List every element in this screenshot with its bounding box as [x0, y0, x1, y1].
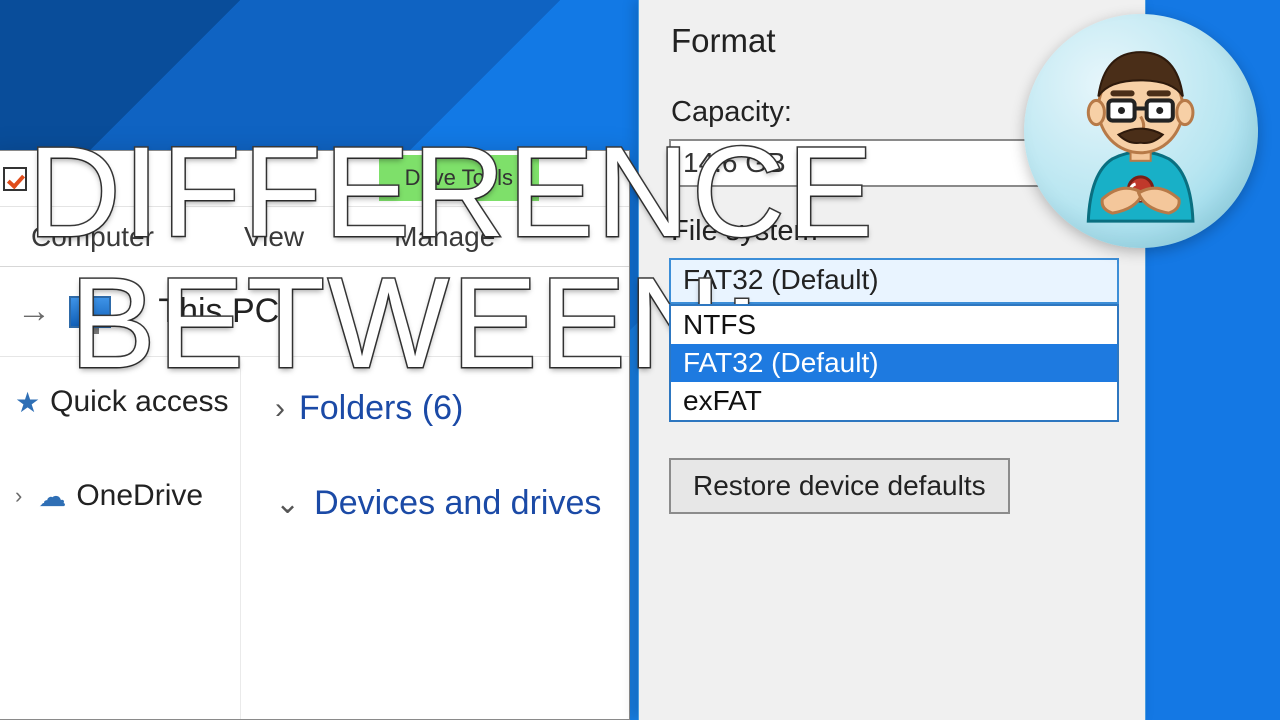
filesystem-selected: FAT32 (Default) [683, 264, 879, 295]
explorer-nav-pane: ★ Quick access › ☁ OneDrive [0, 357, 241, 719]
group-folders[interactable]: › Folders (6) [275, 389, 619, 428]
filesystem-combo-wrap: FAT32 (Default) NTFS FAT32 (Default) exF… [669, 258, 1119, 304]
file-explorer-window: Drive Tools Computer View Manage → › Thi… [0, 150, 630, 720]
avatar-illustration [1040, 30, 1241, 231]
explorer-ribbon: Computer View Manage [0, 207, 629, 267]
group-devices-label: Devices and drives [314, 484, 601, 523]
breadcrumb-path[interactable]: This PC [158, 292, 279, 331]
nav-onedrive[interactable]: › ☁ OneDrive [15, 479, 230, 513]
cloud-icon: ☁ [38, 480, 66, 513]
restore-defaults-button[interactable]: Restore device defaults [669, 458, 1010, 514]
group-devices[interactable]: ⌄ Devices and drives [275, 484, 619, 523]
ribbon-tab-view[interactable]: View [244, 221, 304, 253]
drive-tools-banner[interactable]: Drive Tools [379, 155, 539, 201]
nav-onedrive-label: OneDrive [76, 479, 203, 513]
checkbox-icon [3, 167, 27, 191]
explorer-address-bar[interactable]: → › This PC [0, 267, 629, 357]
fs-option-exfat[interactable]: exFAT [671, 382, 1117, 420]
explorer-content: › Folders (6) ⌄ Devices and drives [241, 357, 629, 719]
fs-option-ntfs[interactable]: NTFS [671, 306, 1117, 344]
back-icon[interactable]: → [17, 292, 51, 331]
filesystem-combo[interactable]: FAT32 (Default) [669, 258, 1119, 304]
breadcrumb-chevron-icon: › [129, 292, 140, 331]
chevron-right-icon: › [15, 483, 22, 509]
fs-option-fat32[interactable]: FAT32 (Default) [671, 344, 1117, 382]
explorer-titlebar: Drive Tools [0, 151, 629, 207]
chevron-down-icon: ⌄ [275, 486, 300, 521]
ribbon-tab-computer[interactable]: Computer [31, 221, 154, 253]
filesystem-dropdown: NTFS FAT32 (Default) exFAT [669, 304, 1119, 422]
group-folders-label: Folders (6) [299, 389, 463, 428]
nav-quick-access[interactable]: ★ Quick access [15, 385, 230, 419]
channel-avatar [1024, 14, 1258, 248]
star-icon: ★ [15, 386, 40, 419]
ribbon-tab-manage[interactable]: Manage [394, 221, 495, 253]
capacity-value: 14.6 GB [683, 147, 786, 178]
chevron-right-icon: › [275, 392, 285, 426]
nav-quick-access-label: Quick access [50, 385, 228, 419]
this-pc-icon [69, 296, 111, 328]
